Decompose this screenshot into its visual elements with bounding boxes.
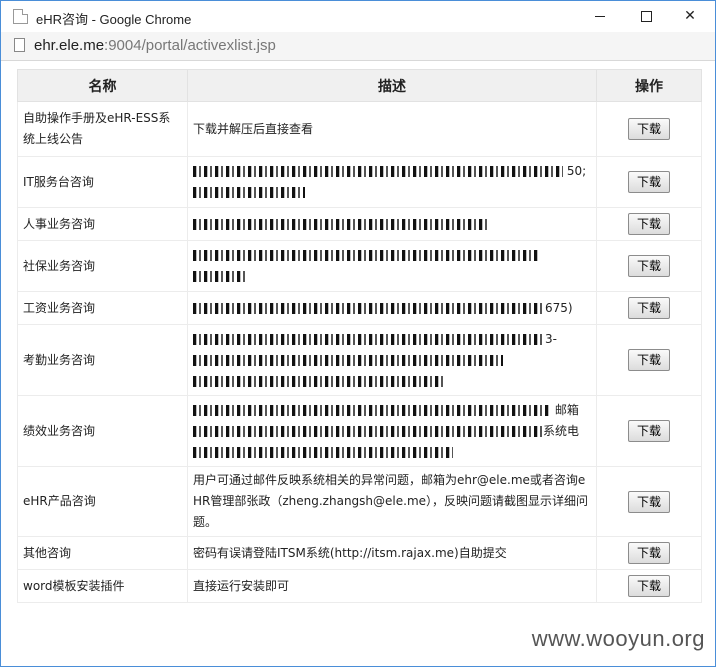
row-desc-tail: 3- [545,331,557,346]
minimize-icon [595,15,605,17]
title-bar: eHR咨询 - Google Chrome ✕ [1,1,715,32]
redacted-block [193,250,538,261]
table-row: 人事业务咨询 下载 [17,207,702,241]
redacted-block [193,446,453,458]
address-bar[interactable]: ehr.ele.me:9004/portal/activexlist.jsp [1,32,715,61]
row-name: IT服务台咨询 [17,156,188,208]
window-title: eHR咨询 - Google Chrome [36,12,192,27]
row-desc-redacted: 50; [187,156,597,208]
redacted-block [193,404,551,416]
url-text[interactable]: ehr.ele.me:9004/portal/activexlist.jsp [34,37,276,54]
row-desc-redacted [187,207,597,241]
row-desc-tail: 邮箱 [554,402,579,417]
row-name: 自助操作手册及eHR-ESS系统上线公告 [17,101,188,157]
close-button[interactable]: ✕ [667,1,713,32]
download-button[interactable]: 下载 [627,575,670,597]
table-row: eHR产品咨询 用户可通过邮件反映系统相关的异常问题，邮箱为ehr@ele.me… [17,466,702,537]
page-icon [13,9,28,24]
download-button[interactable]: 下载 [627,255,670,277]
download-button[interactable]: 下载 [627,118,670,140]
row-name: 工资业务咨询 [17,291,188,325]
row-desc-redacted: 邮箱 系统电 [187,395,597,467]
page-content: 名称 描述 操作 自助操作手册及eHR-ESS系统上线公告 下载并解压后直接查看… [1,61,715,666]
table-row: 社保业务咨询 下载 [17,240,702,292]
row-name: word模板安装插件 [17,569,188,603]
minimize-button[interactable] [577,1,623,32]
maximize-button[interactable] [623,1,669,32]
redacted-block [193,302,545,314]
redacted-block [193,187,305,198]
watermark: www.wooyun.org [531,626,705,651]
row-desc: 用户可通过邮件反映系统相关的异常问题，邮箱为ehr@ele.me或者咨询eHR管… [187,466,597,537]
row-name: 社保业务咨询 [17,240,188,292]
download-button[interactable]: 下载 [627,420,670,442]
header-desc: 描述 [187,69,597,102]
table-row: word模板安装插件 直接运行安装即可 下载 [17,569,702,603]
table-row: 其他咨询 密码有误请登陆ITSM系统(http://itsm.rajax.me)… [17,536,702,570]
redacted-block [193,333,545,345]
table-row: 考勤业务咨询 3- 下载 [17,324,702,396]
table-row: 自助操作手册及eHR-ESS系统上线公告 下载并解压后直接查看 下载 [17,101,702,157]
redacted-block [193,271,245,282]
row-desc-redacted: 3- [187,324,597,396]
row-name: 绩效业务咨询 [17,395,188,467]
download-button[interactable]: 下载 [627,213,670,235]
table-row: IT服务台咨询 50; 下载 [17,156,702,208]
row-name: eHR产品咨询 [17,466,188,537]
redacted-block [193,218,488,230]
row-name: 其他咨询 [17,536,188,570]
row-desc: 密码有误请登陆ITSM系统(http://itsm.rajax.me)自助提交 [187,536,597,570]
redacted-block [193,425,543,437]
download-button[interactable]: 下载 [627,171,670,193]
close-icon: ✕ [684,8,696,24]
redacted-block [193,354,503,366]
maximize-icon [640,10,652,22]
row-name: 人事业务咨询 [17,207,188,241]
row-desc: 下载并解压后直接查看 [187,101,597,157]
download-button[interactable]: 下载 [627,297,670,319]
url-path: :9004/portal/activexlist.jsp [104,37,276,54]
row-desc-redacted [187,240,597,292]
header-name: 名称 [17,69,188,102]
download-button[interactable]: 下载 [627,349,670,371]
table-header-row: 名称 描述 操作 [17,69,702,102]
table-row: 工资业务咨询 675) 下载 [17,291,702,325]
row-name: 考勤业务咨询 [17,324,188,396]
row-desc: 直接运行安装即可 [187,569,597,603]
table-row: 绩效业务咨询 邮箱 系统电 下载 [17,395,702,467]
header-op: 操作 [596,69,702,102]
download-button[interactable]: 下载 [627,490,670,513]
row-desc-tail: 系统电 [543,423,580,438]
redacted-block [193,166,563,177]
row-desc-tail: 675) [545,300,573,315]
url-host: ehr.ele.me [34,37,105,54]
browser-window: eHR咨询 - Google Chrome ✕ ehr.ele.me:9004/… [0,0,716,667]
row-desc-redacted: 675) [187,291,597,325]
download-button[interactable]: 下载 [627,542,670,564]
row-desc-tail: 50; [566,164,587,178]
redacted-block [193,375,443,387]
download-table: 名称 描述 操作 自助操作手册及eHR-ESS系统上线公告 下载并解压后直接查看… [17,69,702,603]
document-icon [14,38,25,52]
